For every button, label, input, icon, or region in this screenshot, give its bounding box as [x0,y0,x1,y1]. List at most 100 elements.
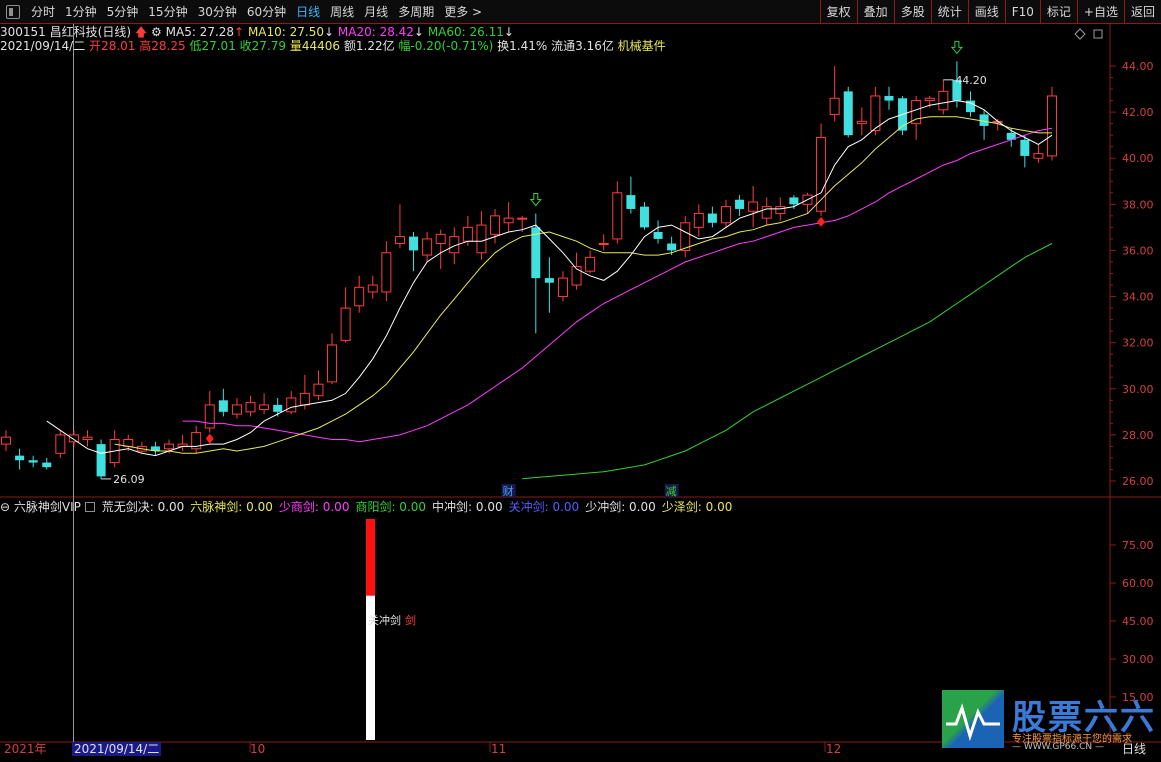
candle-body-up [68,434,79,443]
float-cap-value: 流通3.16亿 [551,39,614,53]
candle-body-up [327,344,338,383]
stock-name: 昌红科技 [49,25,98,39]
sell-signal-icon [950,40,963,55]
settings-icon[interactable]: ⚙ [151,25,162,39]
price-axis-label: 42.00 [1122,106,1154,119]
candle-body-up [585,256,596,272]
sell-signal-icon [529,193,542,207]
open-value: 28.01 [101,39,136,53]
candle-body-down [218,400,228,412]
close-label: 收 [239,39,252,53]
candle-body-up [490,215,501,235]
candle-body-up [462,226,473,242]
candle-body-up [720,206,731,224]
high-marker-label: 44.20 [955,74,987,87]
indicator-value-1: 六脉神剑: 0.00 [190,500,273,514]
indicator-axis-label: 45.00 [1122,615,1154,628]
indicator-bar-label-suffix: 剑 [405,613,416,627]
candle-body-up [476,224,487,254]
time-axis-month-12: 12 [826,742,842,756]
buy-signal-icon [205,433,214,444]
candle-body-up [422,238,433,256]
candle-body-down [979,114,989,126]
candle-body-up [1047,95,1057,157]
candle-body-down [28,460,38,463]
price-axis-label: 32.00 [1122,337,1154,350]
candle-body-down [735,199,745,209]
candle-body-down [544,278,554,283]
ma10-down-arrow-icon: ↓ [323,25,335,39]
indicator-value-6: 少冲剑: 0.00 [585,500,656,514]
finance-event-badge: 财 [503,484,514,498]
high-value: 28.25 [151,39,186,53]
candle-body-up [680,222,691,251]
indicator-header: ⊖ 六脉神剑VIP 荒无剑决: 0.00 六脉神剑: 0.00 少商剑: 0.00 商… [0,499,738,515]
stock-code: 300151 [0,25,46,39]
candle-body-up [870,95,881,132]
ma60-down-arrow-icon: ↓ [503,25,514,39]
candle-body-up [354,286,365,307]
candle-body-up [55,434,66,454]
candle-body-up [435,233,446,245]
indicator-value-7: 少泽剑: 0.00 [661,500,733,514]
watermark-logo: 股票六六 专注股票指标源于您的需求 — WWW.GP66.CN — [942,690,1157,752]
price-axis-label: 40.00 [1122,152,1154,165]
change-value: 幅-0.20(-0.71%) [398,39,494,53]
candle-body-down [409,236,419,251]
price-axis-label: 30.00 [1122,383,1154,396]
candle-body-up [231,404,242,415]
candle-body-up [829,97,840,115]
price-axis-label: 28.00 [1122,429,1154,442]
close-value: 27.79 [251,39,287,53]
indicator-axis-label: 30.00 [1122,653,1154,666]
candle-body-up [259,404,270,411]
candle-body-up [612,192,623,240]
candle-body-down [626,195,636,209]
quote-date: 2021/09/14/二 [0,39,86,53]
overlay-diamond-icon [1074,28,1086,40]
candle-body-up [1033,153,1044,159]
candle-body-up [313,383,324,397]
open-label: 开 [89,39,102,53]
candle-body-up [693,213,704,228]
candle-body-down [1020,139,1030,156]
indicator-value-2: 少商剑: 0.00 [278,500,350,514]
candle-body-up [340,307,351,341]
indicator-toggle-icon[interactable] [84,502,95,512]
candle-body-down [273,404,283,412]
ma60-label: MA60: 26.11 [427,25,504,39]
low-label: 低 [189,39,202,53]
time-axis-month-10: 10 [250,742,266,756]
high-label: 高 [139,39,152,53]
ma5-up-arrow-icon: ↑ [234,25,245,39]
candle-body-up [394,236,405,245]
candle-body-down [42,462,52,468]
candle-body-up [286,397,297,413]
candle-body-up [82,436,93,441]
indicator-value-4: 中冲剑: 0.00 [432,500,503,514]
candle-body-down [789,197,799,205]
kline-chart[interactable]: 44.00 42.00 40.00 38.00 36.00 34.00 32.00 30.00… [0,0,1161,762]
sector-value[interactable]: 机械基件 [618,39,666,53]
indicator-name[interactable]: 六脉神剑VIP [14,500,81,514]
price-axis-label: 26.00 [1122,475,1154,488]
candle-body-up [938,90,949,111]
price-axis-label: 38.00 [1122,198,1154,211]
indicator-value-0: 荒无剑决: 0.00 [101,500,185,514]
volume-value: 44406 [301,39,341,53]
logo-url: — WWW.GP66.CN — [1012,742,1104,752]
logo-mark-icon [942,690,1004,748]
candle-body-up [164,443,175,450]
candle-body-up [245,402,256,413]
candle-body-down [15,455,25,461]
amount-value: 额1.22亿 [343,39,395,53]
time-axis-month-11: 11 [491,742,507,756]
volume-label: 量 [289,39,302,53]
price-axis-label: 36.00 [1122,244,1154,257]
indicator-expand-icon[interactable]: ⊖ [0,500,10,514]
quote-line: 2021/09/14/二 开28.01 高28.25 低27.01 收27.79… [0,38,666,54]
low-marker-label: 26.09 [113,473,145,486]
indicator-bar-label: 关冲剑 [368,613,401,627]
candle-body-down [884,95,894,101]
candle-body-up [381,252,392,293]
